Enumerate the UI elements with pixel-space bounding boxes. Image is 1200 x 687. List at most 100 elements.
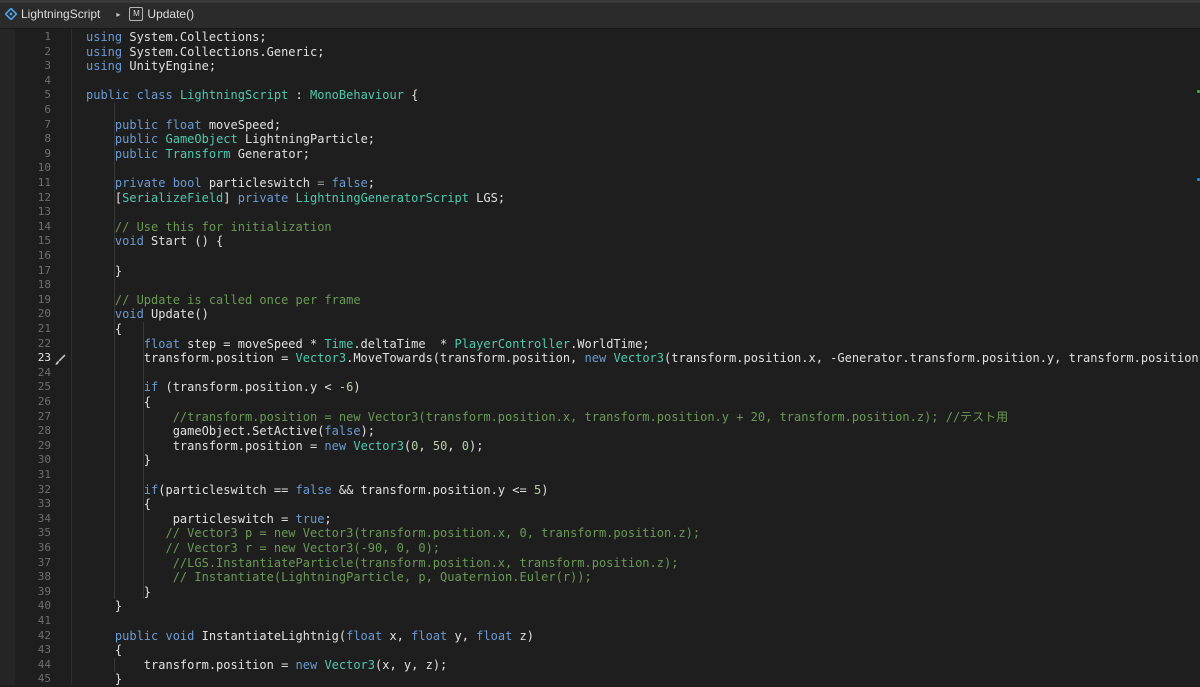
line-number: 21 — [37, 322, 51, 335]
code-line[interactable]: public float moveSpeed; — [86, 118, 281, 133]
code-token: particleswitch — [201, 176, 318, 190]
code-line[interactable]: { — [86, 497, 151, 512]
code-token: if — [143, 380, 159, 395]
code-token: Vector3 — [295, 351, 347, 366]
code-token: new — [324, 438, 347, 453]
code-token: } — [86, 263, 123, 278]
code-line[interactable]: if(particleswitch == false && transform.… — [86, 482, 549, 498]
code-line[interactable]: public GameObject LightningParticle; — [86, 132, 375, 147]
code-line[interactable]: } — [86, 453, 151, 468]
code-token: LightningParticle; — [237, 132, 376, 147]
edit-brush-icon[interactable] — [54, 351, 66, 365]
code-line[interactable]: private bool particleswitch = false; — [86, 176, 375, 191]
line-number: 15 — [37, 234, 51, 248]
code-token: InstantiateLightnig( — [194, 628, 347, 643]
code-token: gameObject.SetActive( — [86, 424, 325, 439]
code-token: System.Collections; — [122, 30, 267, 44]
code-line[interactable]: { — [86, 395, 151, 410]
line-number: 2 — [44, 44, 51, 58]
code-token: ] — [223, 190, 238, 205]
code-token: -6 — [338, 380, 354, 395]
code-line[interactable]: float step = moveSpeed * Time.deltaTime … — [86, 337, 650, 352]
code-line[interactable]: { — [86, 322, 122, 337]
breadcrumb-file[interactable]: LightningScript — [21, 7, 100, 21]
code-line[interactable]: //transform.position = new Vector3(trans… — [86, 410, 1008, 425]
code-line[interactable]: transform.position = Vector3.MoveTowards… — [86, 351, 1200, 366]
code-token: public void — [114, 628, 195, 643]
line-number: 43 — [37, 643, 51, 657]
code-token: false — [324, 424, 361, 439]
code-token: false — [295, 482, 332, 497]
code-line[interactable]: } — [86, 264, 122, 279]
code-token: LGS; — [468, 190, 506, 205]
code-token: { — [86, 322, 123, 336]
code-token: x, — [382, 628, 412, 643]
code-line[interactable]: gameObject.SetActive(false); — [86, 424, 375, 439]
line-number: 6 — [44, 103, 51, 116]
breadcrumb-bar: LightningScript ▸ M Update() — [0, 0, 1200, 29]
breadcrumb-method[interactable]: Update() — [147, 7, 194, 21]
code-token: // Use this for initialization — [114, 219, 332, 234]
line-number: 20 — [37, 307, 51, 321]
code-line[interactable]: public void InstantiateLightnig(float x,… — [86, 629, 534, 644]
code-token: // Update is called once per frame — [114, 292, 361, 307]
code-token: moveSpeed; — [201, 117, 282, 132]
code-token: { — [403, 88, 419, 103]
code-line[interactable]: // Update is called once per frame — [86, 293, 361, 308]
code-line[interactable]: //LGS.InstantiateParticle(transform.posi… — [86, 556, 679, 571]
line-number: 12 — [37, 190, 51, 204]
code-token: float — [346, 628, 383, 643]
code-token: { — [86, 395, 152, 409]
code-token: .MoveTowards(transform.position, — [346, 351, 585, 366]
code-line[interactable]: if (transform.position.y < -6) — [86, 380, 361, 395]
code-token: transform.position = — [86, 657, 296, 672]
code-token: ; — [324, 511, 332, 526]
code-token: = — [317, 176, 332, 190]
code-token: private bool — [114, 176, 202, 190]
code-token: ) — [353, 380, 361, 395]
code-token: ; — [367, 176, 376, 190]
code-line[interactable]: { — [86, 643, 122, 658]
code-token: y, — [447, 628, 477, 643]
indent-guide — [143, 395, 144, 454]
code-token: } — [86, 672, 123, 687]
code-token: Vector3 — [324, 657, 376, 672]
code-token: float — [143, 336, 180, 351]
code-line[interactable]: transform.position = new Vector3(0, 50, … — [86, 438, 484, 454]
line-number: 31 — [37, 468, 51, 481]
code-line[interactable]: // Instantiate(LightningParticle, p, Qua… — [86, 570, 592, 585]
code-line[interactable]: } — [86, 585, 151, 600]
code-token: z) — [512, 628, 534, 643]
line-number: 36 — [37, 541, 51, 554]
code-line[interactable]: using System.Collections.Generic; — [86, 45, 324, 60]
line-number: 11 — [37, 176, 51, 189]
code-token: float — [411, 628, 448, 643]
code-line[interactable]: using System.Collections; — [86, 30, 267, 45]
code-line[interactable]: // Vector3 p = new Vector3(transform.pos… — [86, 526, 700, 541]
code-line[interactable]: public class LightningScript : MonoBehav… — [86, 88, 418, 103]
code-line[interactable]: void Start () { — [86, 234, 223, 249]
code-token: Time — [324, 336, 354, 351]
line-number: 8 — [44, 132, 51, 146]
line-number: 18 — [37, 278, 51, 292]
code-line[interactable]: void Update() — [86, 307, 209, 322]
code-line[interactable]: transform.position = new Vector3(x, y, z… — [86, 658, 447, 673]
code-token: MonoBehaviour — [310, 88, 404, 103]
code-line[interactable]: using UnityEngine; — [86, 59, 216, 74]
code-token: void — [114, 234, 144, 249]
code-line[interactable]: particleswitch = true; — [86, 512, 332, 527]
code-token: particleswitch = — [86, 511, 296, 526]
line-number: 42 — [37, 628, 51, 642]
code-line[interactable]: [SerializeField] private LightningGenera… — [86, 191, 505, 206]
line-number: 27 — [37, 409, 51, 423]
code-line[interactable]: } — [86, 599, 122, 614]
code-line[interactable]: // Vector3 r = new Vector3(-90, 0, 0); — [86, 541, 440, 556]
code-line[interactable]: // Use this for initialization — [86, 220, 332, 235]
code-line[interactable]: public Transform Generator; — [86, 147, 310, 162]
